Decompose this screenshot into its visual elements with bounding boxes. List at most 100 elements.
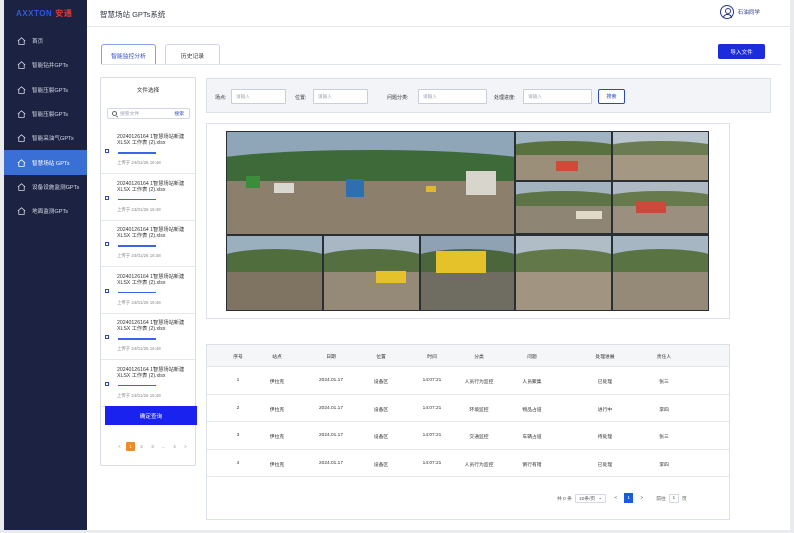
table-cell: 14:07:21 (422, 460, 442, 466)
chevron-down-icon: ⌄ (598, 495, 603, 501)
file-item[interactable]: 20240126164 1智慧场站新建XLSX 工作表 (2).xlsx 上传于 … (101, 361, 195, 407)
table-cell: 2024.01.17 (318, 378, 344, 383)
tab-divider (101, 64, 781, 65)
file-search-button[interactable]: 搜索 (174, 110, 184, 117)
filter-site-input[interactable]: 请输入 (231, 89, 286, 104)
file-pager-item[interactable]: 2 (137, 442, 146, 451)
table-cell: 待处理 (597, 435, 613, 440)
table-cell: 2024.01.17 (318, 433, 344, 438)
scene-object (346, 179, 364, 197)
filter-search-button[interactable]: 搜索 (598, 89, 625, 104)
user-name[interactable]: 石油同学 (738, 8, 760, 16)
filter-location-input[interactable]: 请输入 (313, 89, 368, 104)
column-header: 处理进展 (595, 355, 615, 360)
tab-monitor-analysis[interactable]: 智能监控分析 (101, 44, 156, 65)
camera-feed[interactable] (227, 236, 322, 310)
home-icon (17, 207, 26, 216)
filter-site-label: 场点: (215, 95, 227, 101)
camera-feed[interactable] (613, 236, 708, 310)
filter-category-input[interactable]: 请输入 (418, 89, 487, 104)
file-search-placeholder[interactable]: 搜索文件 (120, 110, 174, 117)
sidebar-item-label: 智能压裂GPTs (32, 112, 69, 119)
file-progress-bar (118, 152, 156, 154)
table-cell: 设备区 (373, 435, 389, 440)
sidebar-item-1[interactable]: 智能钻井GPTs (4, 53, 87, 77)
table-row[interactable]: 4 伊拉克 2024.01.17 设备区 14:07:21 人员行为监控 倒行有错 已处理 李四 (207, 450, 729, 478)
confirm-query-button[interactable]: 确定查询 (105, 406, 197, 425)
sidebar-item-label: 智能采油气GPTs (32, 136, 74, 143)
camera-feed[interactable] (516, 236, 611, 310)
file-item[interactable]: 20240126164 1智慧场站新建XLSX 工作表 (2).xlsx 上传于 … (101, 221, 195, 267)
filter-progress-input[interactable]: 请输入 (523, 89, 592, 104)
file-item[interactable]: 20240126164 1智慧场站新建XLSX 工作表 (2).xlsx 上传于 … (101, 314, 195, 360)
file-progress-bar (118, 198, 156, 200)
tab-history[interactable]: 历史记录 (165, 44, 220, 65)
user-avatar-icon[interactable] (719, 5, 734, 19)
sidebar-item-label: 地面监测GPTs (32, 209, 69, 216)
table-cell: 14:07:21 (422, 378, 442, 383)
sidebar-item-6[interactable]: 设备设施监测GPTs (4, 175, 87, 199)
home-icon (17, 61, 26, 70)
file-pager-item[interactable]: ... (159, 442, 168, 451)
table-cell: 3 (236, 433, 240, 438)
sidebar-item-label: 首页 (32, 39, 44, 46)
prev-page-button[interactable]: < (611, 493, 620, 503)
file-checkbox[interactable] (105, 381, 109, 386)
sidebar-item-0[interactable]: 首页 (4, 29, 87, 53)
file-progress-bar (118, 338, 156, 340)
scene-object (636, 201, 666, 213)
camera-feed[interactable] (516, 182, 611, 233)
file-pager-item[interactable]: 1 (126, 442, 135, 451)
file-pager-item[interactable]: < (115, 442, 124, 451)
filter-category-label: 问题分类: (387, 95, 409, 101)
file-item[interactable]: 20240126164 1智慧场站新建XLSX 工作表 (2).xlsx 上传于 … (101, 128, 195, 174)
scene-object (426, 186, 436, 192)
table-cell: 2024.01.17 (318, 405, 344, 411)
sidebar-item-7[interactable]: 地面监测GPTs (4, 199, 87, 223)
import-file-button[interactable]: 导入文件 (718, 44, 765, 59)
column-header: 日期 (326, 355, 336, 360)
file-upload-time: 上传于 24/01/26 16:48 (117, 206, 161, 212)
page-size-value[interactable]: 10条/页 (579, 495, 595, 502)
sidebar-item-3[interactable]: 智能压裂GPTs (4, 102, 87, 126)
table-row[interactable]: 3 伊拉克 2024.01.17 设备区 14:07:21 交通监控 车辆占道 待处理 张三 (207, 422, 729, 450)
file-pager-item[interactable]: 3 (148, 442, 157, 451)
file-upload-time: 上传于 24/01/26 16:48 (117, 392, 161, 398)
camera-feed[interactable] (421, 236, 514, 310)
user-menu[interactable]: 石油同学 (719, 5, 760, 19)
sidebar-item-5[interactable]: 智慧场站 GPTs (4, 150, 87, 175)
sidebar-item-2[interactable]: 智能压裂GPTs (4, 78, 87, 102)
home-icon (17, 134, 26, 143)
filter-location-label: 位置: (295, 95, 307, 101)
table-cell: 环境监控 (469, 407, 489, 413)
sidebar-item-4[interactable]: 智能采油气GPTs (4, 126, 87, 150)
brand-en: AXXTON (16, 9, 53, 18)
scene-object (436, 251, 486, 273)
page-size-select[interactable]: 10条/页 ⌄ (574, 493, 607, 503)
camera-feed[interactable] (516, 132, 611, 180)
table-cell: 已处理 (597, 380, 613, 385)
column-header: 位置 (376, 355, 386, 360)
file-checkbox[interactable] (105, 288, 109, 293)
goto-page-input[interactable]: 1 (668, 493, 679, 503)
table-row[interactable]: 2 伊拉克 2024.01.17 设备区 14:07:21 环境监控 物品占道 进行中 李四 (207, 395, 729, 423)
file-checkbox[interactable] (105, 195, 109, 200)
file-pager-item[interactable]: > (181, 442, 190, 451)
file-checkbox[interactable] (105, 335, 109, 339)
file-pager-item[interactable]: 4 (170, 442, 179, 451)
page-unit: 页 (681, 496, 687, 502)
file-item[interactable]: 20240126164 1智慧场站新建XLSX 工作表 (2).xlsx 上传于 … (101, 268, 195, 314)
table-row[interactable]: 1 伊拉克 2024.01.17 设备区 14:07:21 人员行为监控 人员聚集 已处理 张三 (207, 367, 729, 395)
file-checkbox[interactable] (105, 242, 109, 246)
table-cell: 2024.01.17 (318, 460, 344, 466)
file-item[interactable]: 20240126164 1智慧场站新建XLSX 工作表 (2).xlsx 上传于 … (101, 175, 195, 221)
page-number[interactable]: 1 (624, 493, 634, 503)
table-cell: 1 (236, 378, 240, 383)
camera-feed[interactable] (613, 132, 708, 180)
file-checkbox[interactable] (105, 149, 109, 153)
table-cell: 已处理 (597, 462, 613, 468)
file-search-input[interactable]: 搜索文件 搜索 (107, 108, 190, 119)
next-page-button[interactable]: > (637, 493, 646, 503)
column-header: 时间 (427, 355, 437, 360)
table-cell: 人员聚集 (522, 380, 542, 385)
